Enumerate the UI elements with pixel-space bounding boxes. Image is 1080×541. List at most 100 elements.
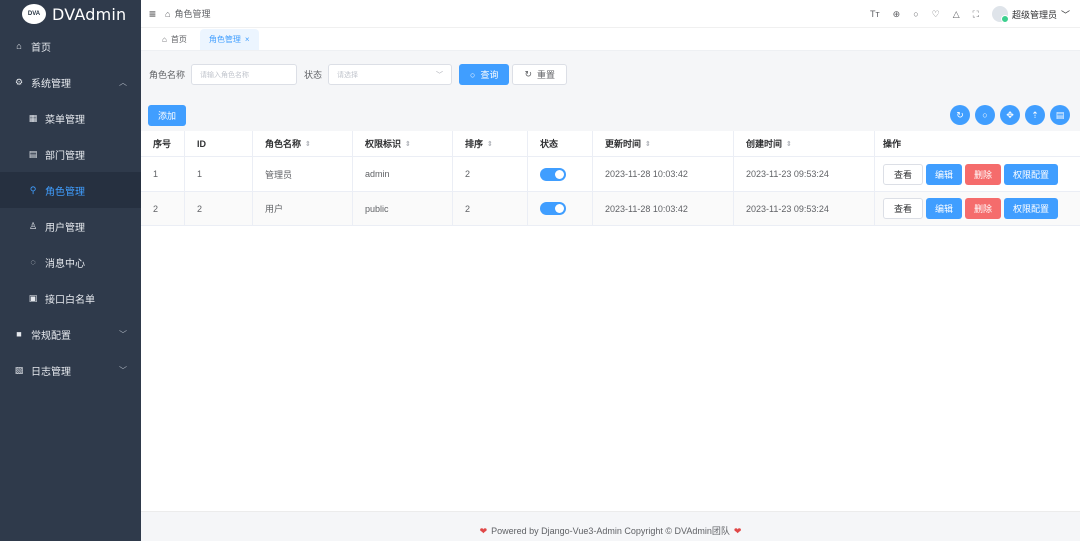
upload-icon[interactable]: ⇡ (1025, 105, 1045, 125)
fullscreen-icon[interactable]: ⛶ (973, 9, 979, 20)
chevron-down-icon: ﹀ (119, 329, 127, 339)
sort-icon[interactable]: ⇕ (487, 140, 493, 148)
status-toggle[interactable] (540, 202, 566, 215)
main-content: 角色名称 请输入角色名称 状态 请选择 ﹀ ○ 查询 ↻ 重置 添加 ↻ ○ ✥… (141, 51, 1080, 511)
tab-label: 角色管理 (208, 35, 241, 44)
language-icon[interactable]: ⊕ (893, 9, 901, 20)
header-actions: Tт ⊕ ○ ♡ △ ⛶ 超级管理员 ﹀ (870, 0, 1070, 28)
cell-name: 用户 (253, 192, 353, 225)
reset-button[interactable]: ↻ 重置 (512, 64, 568, 85)
cell-created: 2023-11-23 09:53:24 (734, 157, 875, 191)
top-header: ≡ ⌂ 角色管理 Tт ⊕ ○ ♡ △ ⛶ 超级管理员 ﹀ (141, 0, 1080, 28)
role-name-input[interactable]: 请输入角色名称 (191, 64, 298, 85)
column-header: 状态 (528, 131, 593, 156)
cell-status (528, 192, 593, 225)
chevron-down-icon: ﹀ (119, 365, 127, 375)
add-button[interactable]: 添加 (148, 105, 187, 126)
status-select-placeholder: 请选择 (337, 71, 359, 79)
table-toolbar: ↻ ○ ✥ ⇡ ▤ (950, 105, 1070, 125)
status-select[interactable]: 请选择 ﹀ (328, 64, 453, 85)
bell-icon[interactable]: △ (953, 9, 960, 20)
view-button[interactable]: 查看 (883, 163, 924, 185)
edit-button[interactable]: 编辑 (926, 198, 963, 219)
sort-icon[interactable]: ⇕ (786, 140, 792, 148)
logo-badge-text: DVA (27, 11, 41, 17)
sort-icon[interactable]: ⇕ (305, 140, 311, 148)
column-title: ID (197, 138, 206, 149)
move-icon[interactable]: ✥ (1000, 105, 1020, 125)
table-header: 序号 ID 角色名称 ⇕ 权限标识 ⇕ 排序 ⇕ 状态 更新时间 ⇕ 创建时间 ⇕ 操作 (141, 131, 1080, 157)
save-icon[interactable]: ▤ (1050, 105, 1070, 125)
heart-icon: ❤ (733, 526, 742, 536)
sort-icon[interactable]: ⇕ (405, 140, 411, 148)
search-icon[interactable]: ○ (975, 105, 995, 125)
sidebar-item-label: 菜单管理 (45, 114, 85, 126)
column-header: 序号 (141, 131, 185, 156)
refresh-icon[interactable]: ↻ (950, 105, 970, 125)
home-icon: ⌂ (162, 35, 167, 44)
column-title: 操作 (883, 139, 902, 149)
search-icon[interactable]: ○ (913, 9, 918, 19)
column-header[interactable]: 角色名称 ⇕ (253, 131, 353, 156)
close-icon[interactable]: × (245, 35, 250, 44)
sidebar-item-message[interactable]: ◌ 消息中心 (0, 244, 141, 280)
edit-button[interactable]: 编辑 (926, 163, 963, 185)
sidebar-item-menu[interactable]: ▦ 菜单管理 (0, 100, 141, 136)
menu-toggle-icon[interactable]: ≡ (149, 7, 156, 21)
column-header[interactable]: 创建时间 ⇕ (734, 131, 875, 156)
delete-button[interactable]: 删除 (965, 198, 1002, 219)
cell-sort: 2 (453, 157, 528, 191)
query-button[interactable]: ○ 查询 (459, 64, 510, 85)
theme-icon[interactable]: ♡ (932, 9, 940, 20)
sidebar-item-system[interactable]: ⚙ 系统管理 ︿ (0, 64, 141, 100)
refresh-icon: ↻ (524, 69, 533, 79)
cell-actions: 查看 编辑 删除 权限配置 (875, 192, 1080, 225)
status-label: 状态 (304, 70, 323, 80)
cell-updated: 2023-11-28 10:03:42 (593, 192, 734, 225)
sidebar-item-user[interactable]: ♙ 用户管理 (0, 208, 141, 244)
cell-updated: 2023-11-28 10:03:42 (593, 157, 734, 191)
delete-button[interactable]: 删除 (965, 163, 1002, 185)
status-toggle[interactable] (540, 167, 566, 181)
logo[interactable]: DVA DVAdmin (0, 0, 141, 28)
sidebar-item-label: 接口白名单 (45, 294, 95, 306)
gear-icon: ⚙ (14, 76, 24, 87)
sidebar-item-log[interactable]: ▧ 日志管理 ﹀ (0, 352, 141, 388)
logo-text: DVAdmin (52, 4, 127, 24)
sidebar-item-home[interactable]: ⌂ 首页 (0, 28, 141, 64)
sidebar-item-dept[interactable]: ▤ 部门管理 (0, 136, 141, 172)
column-header[interactable]: 权限标识 ⇕ (353, 131, 453, 156)
sidebar-item-label: 日志管理 (31, 366, 71, 378)
permission-config-button[interactable]: 权限配置 (1004, 163, 1059, 185)
cell-index: 2 (141, 192, 185, 225)
cell-actions: 查看 编辑 删除 权限配置 (875, 157, 1080, 191)
column-header[interactable]: 排序 ⇕ (453, 131, 528, 156)
sidebar-item-label: 用户管理 (45, 222, 85, 234)
avatar (991, 6, 1009, 23)
user-menu[interactable]: 超级管理员 ﹀ (991, 6, 1070, 23)
sidebar-item-whitelist[interactable]: ▣ 接口白名单 (0, 280, 141, 316)
permission-config-button[interactable]: 权限配置 (1004, 198, 1059, 219)
building-icon: ▤ (28, 148, 38, 159)
cell-created: 2023-11-23 09:53:24 (734, 192, 875, 225)
user-icon: ♙ (28, 220, 38, 231)
whitelist-icon: ▣ (28, 292, 38, 303)
sort-icon[interactable]: ⇕ (645, 140, 651, 148)
query-button-label: 查询 (480, 70, 499, 80)
breadcrumb: ⌂ 角色管理 (165, 7, 210, 20)
view-button[interactable]: 查看 (883, 198, 924, 219)
column-header[interactable]: 更新时间 ⇕ (593, 131, 734, 156)
sidebar-item-config[interactable]: ■ 常规配置 ﹀ (0, 316, 141, 352)
table-row: 2 2 用户 public 2 2023-11-28 10:03:42 2023… (141, 192, 1080, 226)
font-size-icon[interactable]: Tт (870, 9, 880, 19)
column-title: 状态 (540, 139, 559, 149)
column-title: 序号 (153, 139, 172, 149)
reset-button-label: 重置 (537, 70, 556, 80)
tab-role[interactable]: 角色管理 × (199, 29, 259, 50)
tab-home[interactable]: ⌂ 首页 (153, 29, 196, 50)
chevron-down-icon: ﹀ (1060, 9, 1070, 20)
sidebar-item-role[interactable]: ⚲ 角色管理 (0, 172, 141, 208)
role-name-label: 角色名称 (149, 70, 186, 80)
column-header: 操作 (875, 131, 1080, 156)
grid-icon: ▦ (28, 112, 38, 123)
